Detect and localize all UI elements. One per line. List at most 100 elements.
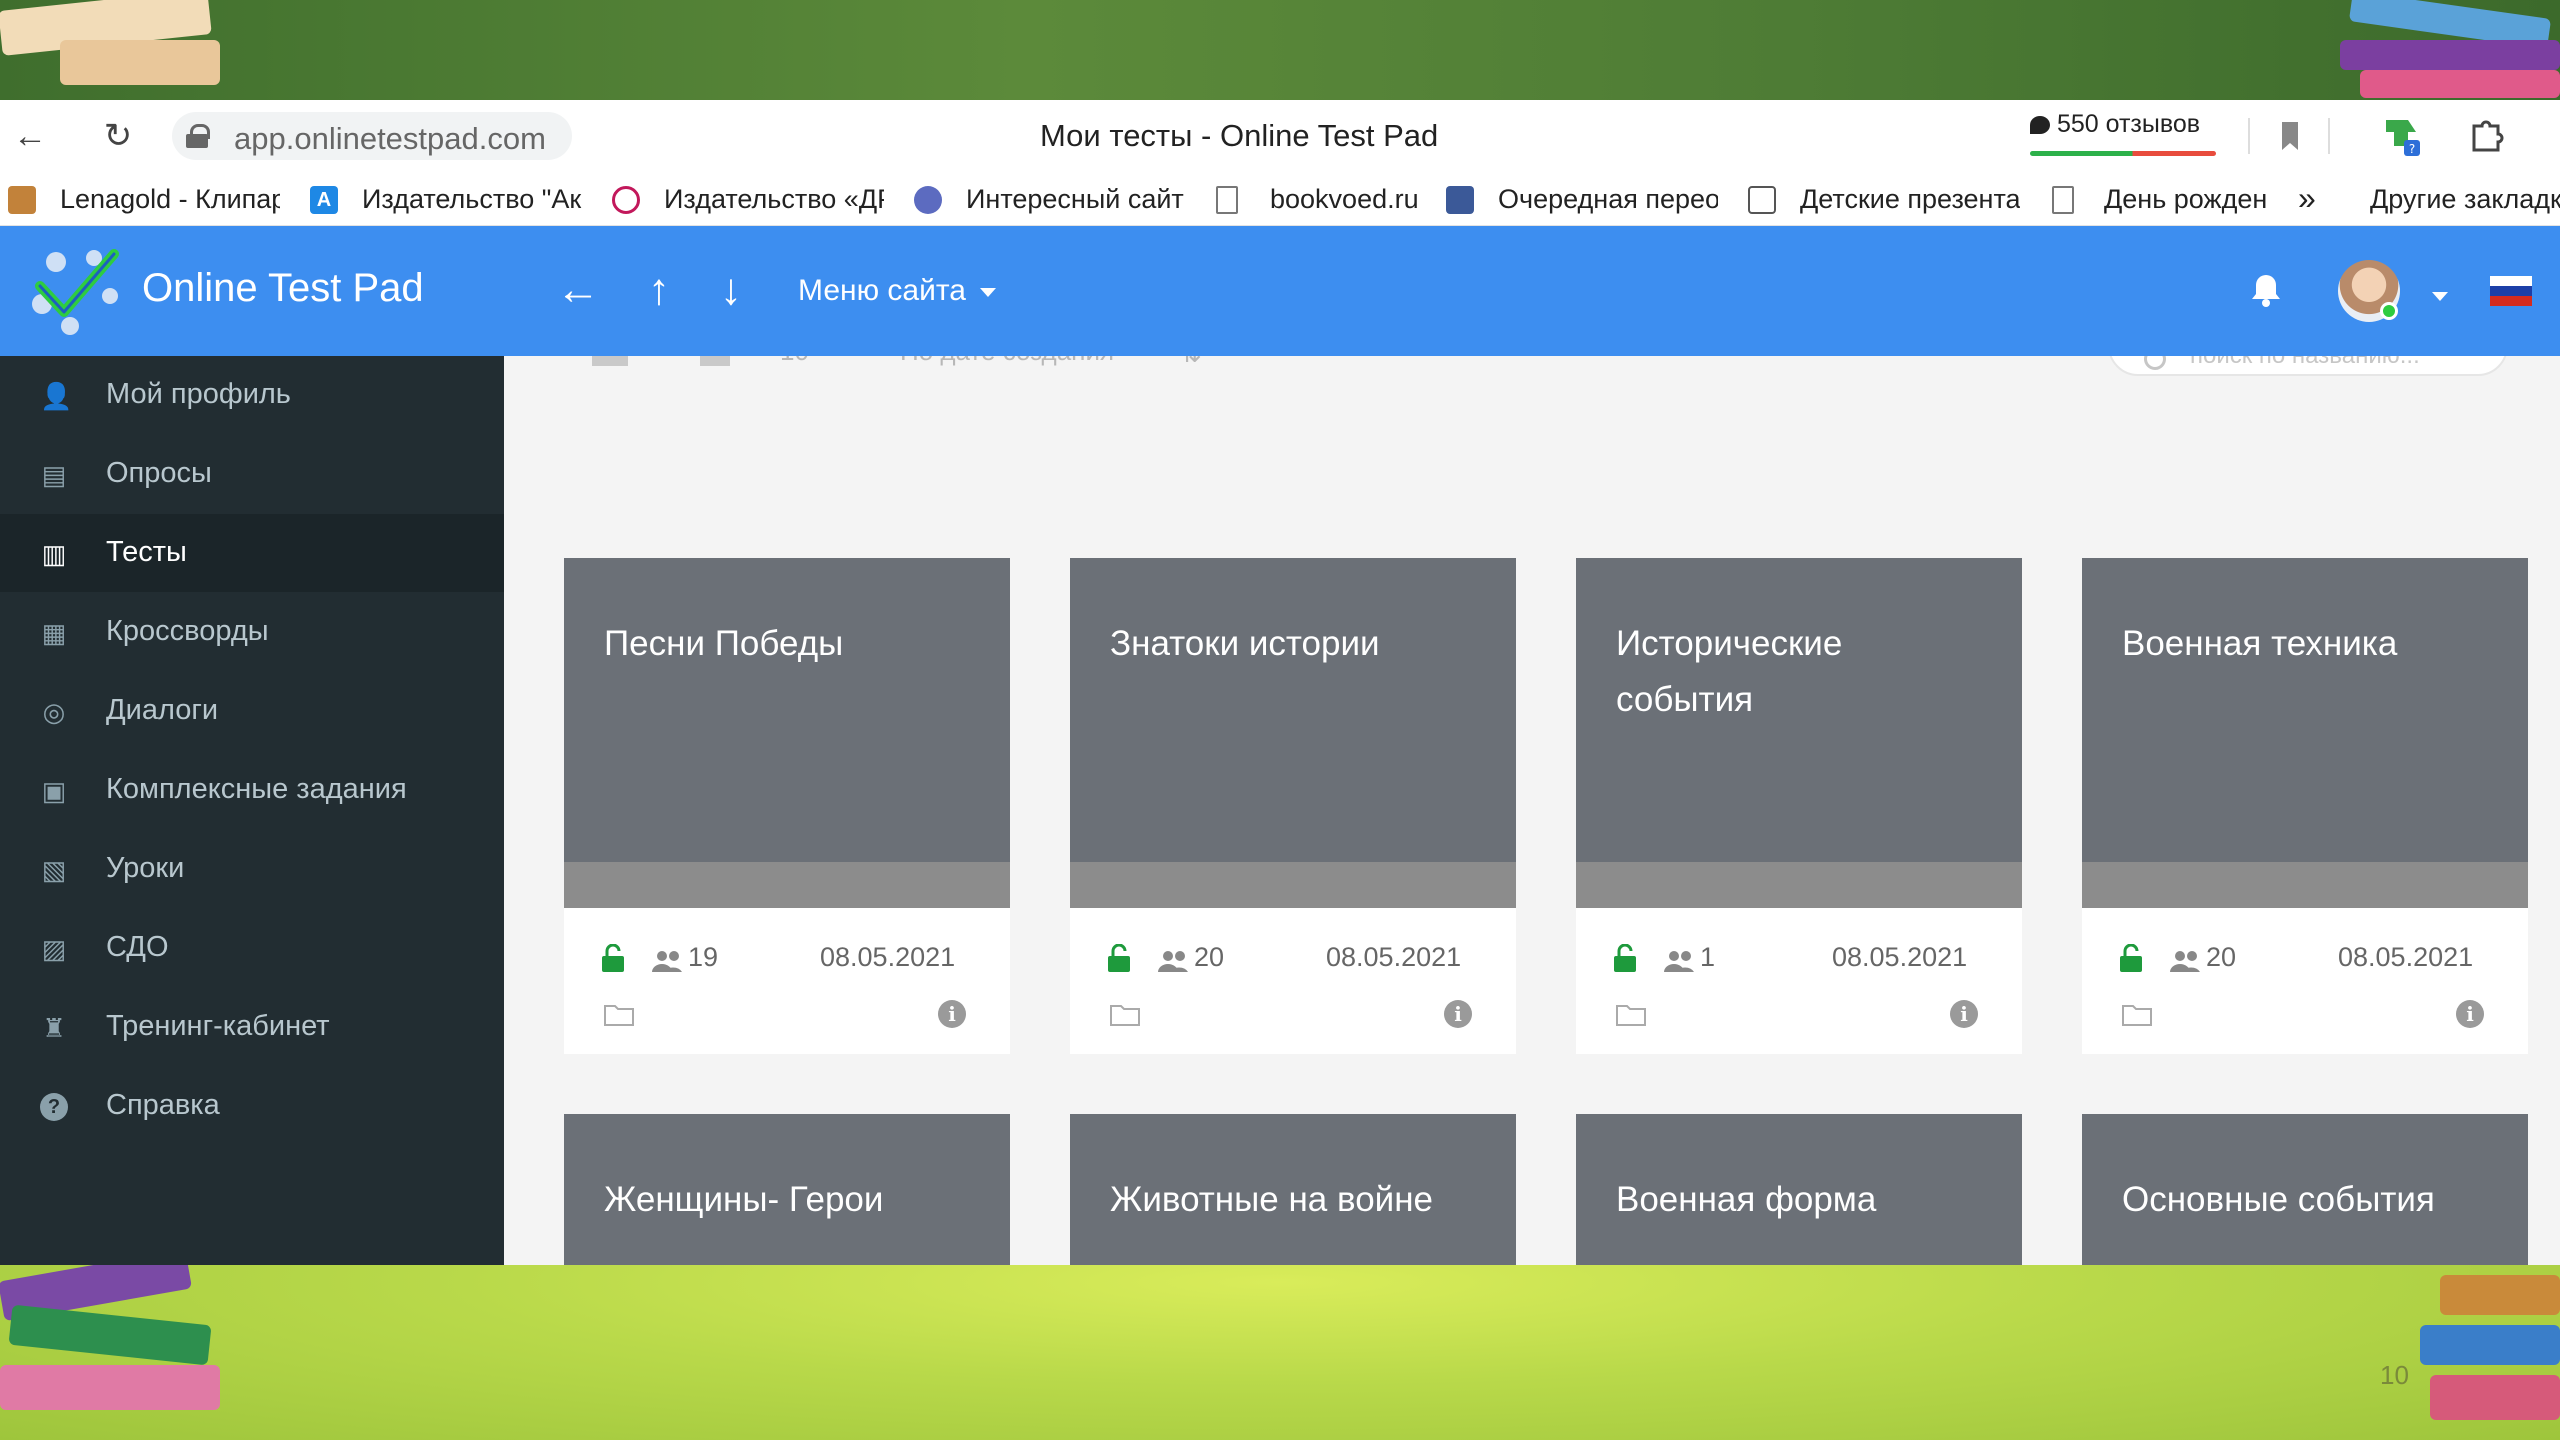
folder-icon[interactable] bbox=[1616, 1002, 1646, 1026]
test-card[interactable]: Военная техника 20 08.05.2021 i bbox=[2082, 558, 2528, 1054]
site-menu-dropdown[interactable]: Меню сайта bbox=[798, 274, 996, 308]
test-card-title[interactable]: Основные события bbox=[2122, 1172, 2502, 1228]
dialog-icon: ◎ bbox=[42, 697, 66, 727]
participants-count: 20 bbox=[1194, 942, 1225, 972]
test-card-thumbnail[interactable]: Песни Победы bbox=[564, 558, 1010, 908]
help-icon: ? bbox=[40, 1093, 68, 1121]
brand-name[interactable]: Online Test Pad bbox=[142, 266, 424, 311]
bookmark-item[interactable]: bookvoed.ru bbox=[1216, 180, 1426, 218]
test-card[interactable]: Песни Победы 19 08.05.2021 i bbox=[564, 558, 1010, 1054]
speech-bubble-icon bbox=[2030, 116, 2050, 134]
extensions-puzzle-icon[interactable] bbox=[2466, 116, 2506, 156]
slide-background-top bbox=[0, 0, 2560, 100]
bell-icon[interactable] bbox=[2250, 272, 2282, 308]
sidebar-item-complex-tasks[interactable]: ▣ Комплексные задания bbox=[0, 751, 504, 829]
test-card-title[interactable]: Женщины- Герои bbox=[604, 1172, 984, 1228]
sidebar-item-polls[interactable]: ▤ Опросы bbox=[0, 435, 504, 513]
sidebar-item-lms[interactable]: ▨ СДО bbox=[0, 909, 504, 987]
test-card-thumbnail[interactable]: Основные события bbox=[2082, 1114, 2528, 1265]
lesson-icon: ▧ bbox=[41, 855, 67, 885]
test-card-thumbnail[interactable]: Женщины- Герои bbox=[564, 1114, 1010, 1265]
test-card[interactable]: Военная форма bbox=[1576, 1114, 2022, 1265]
more-bookmarks-chevron[interactable]: » bbox=[2298, 180, 2328, 218]
extension-download-icon[interactable]: ? bbox=[2380, 116, 2420, 156]
test-card-title[interactable]: Песни Победы bbox=[604, 616, 984, 672]
page-icon bbox=[2052, 186, 2074, 214]
test-card-thumbnail[interactable]: Исторические события bbox=[1576, 558, 2022, 908]
reviews-count: 550 отзывов bbox=[2030, 110, 2200, 139]
sidebar-item-help[interactable]: ? Справка bbox=[0, 1067, 504, 1145]
unlock-icon[interactable] bbox=[2120, 943, 2142, 972]
folder-icon[interactable] bbox=[604, 1002, 634, 1026]
scroll-up-arrow-icon[interactable]: ↑ bbox=[648, 262, 670, 318]
user-icon: 👤 bbox=[40, 381, 73, 411]
user-avatar[interactable] bbox=[2338, 260, 2400, 322]
sidebar-item-lessons[interactable]: ▧ Уроки bbox=[0, 830, 504, 908]
bookmark-item[interactable]: A Издательство "Ака bbox=[310, 180, 582, 218]
address-bar[interactable]: app.onlinetestpad.com bbox=[172, 112, 572, 160]
info-icon[interactable]: i bbox=[2456, 1000, 2484, 1028]
back-arrow-icon[interactable]: ← bbox=[8, 114, 52, 158]
url-text: app.onlinetestpad.com bbox=[234, 121, 546, 156]
test-card-thumbnail[interactable]: Военная техника bbox=[2082, 558, 2528, 908]
bookmark-item[interactable]: Издательство «ДР bbox=[612, 180, 884, 218]
other-bookmarks-folder[interactable]: Другие закладки bbox=[2370, 180, 2560, 218]
sidebar-item-crosswords[interactable]: ▦ Кроссворды bbox=[0, 593, 504, 671]
test-card[interactable]: Животные на войне bbox=[1070, 1114, 1516, 1265]
bookmark-item[interactable]: Интересный сайт bbox=[914, 180, 1186, 218]
test-card[interactable]: Основные события bbox=[2082, 1114, 2528, 1265]
books-decoration-bottom-right bbox=[2420, 1265, 2560, 1440]
sidebar-item-tests[interactable]: ▥ Тесты bbox=[0, 514, 504, 592]
unlock-icon[interactable] bbox=[1108, 943, 1130, 972]
slide-page-number: 10 bbox=[2380, 1360, 2409, 1390]
unlock-icon[interactable] bbox=[602, 943, 624, 972]
grid-view-icon[interactable] bbox=[592, 356, 628, 366]
test-card-title[interactable]: Знатоки истории bbox=[1110, 616, 1490, 672]
test-card-thumbnail[interactable]: Знатоки истории bbox=[1070, 558, 1516, 908]
svg-text:?: ? bbox=[2409, 142, 2415, 156]
info-icon[interactable]: i bbox=[1444, 1000, 1472, 1028]
test-card[interactable]: Знатоки истории 20 08.05.2021 i bbox=[1070, 558, 1516, 1054]
reviews-extension[interactable]: 550 отзывов bbox=[2030, 110, 2216, 156]
reload-icon[interactable]: ↻ bbox=[96, 114, 140, 158]
test-card-title[interactable]: Животные на войне bbox=[1110, 1172, 1490, 1228]
test-card-meta: 1 08.05.2021 i bbox=[1576, 908, 2022, 1054]
folder-icon[interactable] bbox=[1110, 1002, 1140, 1026]
info-icon[interactable]: i bbox=[938, 1000, 966, 1028]
sidebar-item-training[interactable]: ♜ Тренинг-кабинет bbox=[0, 988, 504, 1066]
test-card-thumbnail[interactable]: Животные на войне bbox=[1070, 1114, 1516, 1265]
bookmark-item[interactable]: Очередная перео bbox=[1446, 180, 1718, 218]
participants-count: 1 bbox=[1700, 942, 1716, 972]
page-title: Мои тесты - Online Test Pad bbox=[1040, 118, 1439, 153]
back-arrow-icon[interactable]: ← bbox=[556, 262, 600, 318]
chevron-down-icon[interactable] bbox=[2432, 292, 2448, 301]
test-card-thumbnail[interactable]: Военная форма bbox=[1576, 1114, 2022, 1265]
russian-flag-icon[interactable] bbox=[2490, 276, 2532, 306]
bookmark-item[interactable]: Детские презента bbox=[1748, 180, 2020, 218]
checkmark-logo-icon[interactable] bbox=[22, 244, 122, 336]
test-card-title[interactable]: Исторические события bbox=[1616, 616, 1876, 728]
sidebar-item-profile[interactable]: 👤 Мой профиль bbox=[0, 356, 504, 434]
test-card-title[interactable]: Военная техника bbox=[2122, 616, 2502, 672]
test-card-date: 08.05.2021 bbox=[820, 942, 956, 972]
per-page-count[interactable]: 10 bbox=[780, 356, 809, 367]
site-icon bbox=[914, 186, 942, 214]
bookmark-item[interactable]: Lenagold - Клипар bbox=[8, 180, 280, 218]
unlock-icon[interactable] bbox=[1614, 943, 1636, 972]
test-card[interactable]: Женщины- Герои bbox=[564, 1114, 1010, 1265]
bookmark-item[interactable]: День рожден bbox=[2052, 180, 2294, 218]
sort-dropdown[interactable]: По дате создания bbox=[900, 356, 1114, 367]
slide-background-bottom bbox=[0, 1265, 2560, 1440]
test-card-title[interactable]: Военная форма bbox=[1616, 1172, 1996, 1228]
info-icon[interactable]: i bbox=[1950, 1000, 1978, 1028]
sidebar-item-dialogs[interactable]: ◎ Диалоги bbox=[0, 672, 504, 750]
folder-filter-icon[interactable] bbox=[700, 356, 730, 366]
reviews-rating-bar bbox=[2030, 151, 2216, 156]
chevron-down-icon bbox=[979, 287, 996, 297]
bookmark-icon[interactable] bbox=[2270, 116, 2310, 156]
search-input[interactable]: поиск по названию... bbox=[2108, 356, 2508, 376]
scroll-down-arrow-icon[interactable]: ↓ bbox=[720, 262, 742, 318]
test-card[interactable]: Исторические события 1 08.05.2021 i bbox=[1576, 558, 2022, 1054]
sort-order-icon[interactable]: ⇅ bbox=[1180, 356, 1202, 369]
folder-icon[interactable] bbox=[2122, 1002, 2152, 1026]
